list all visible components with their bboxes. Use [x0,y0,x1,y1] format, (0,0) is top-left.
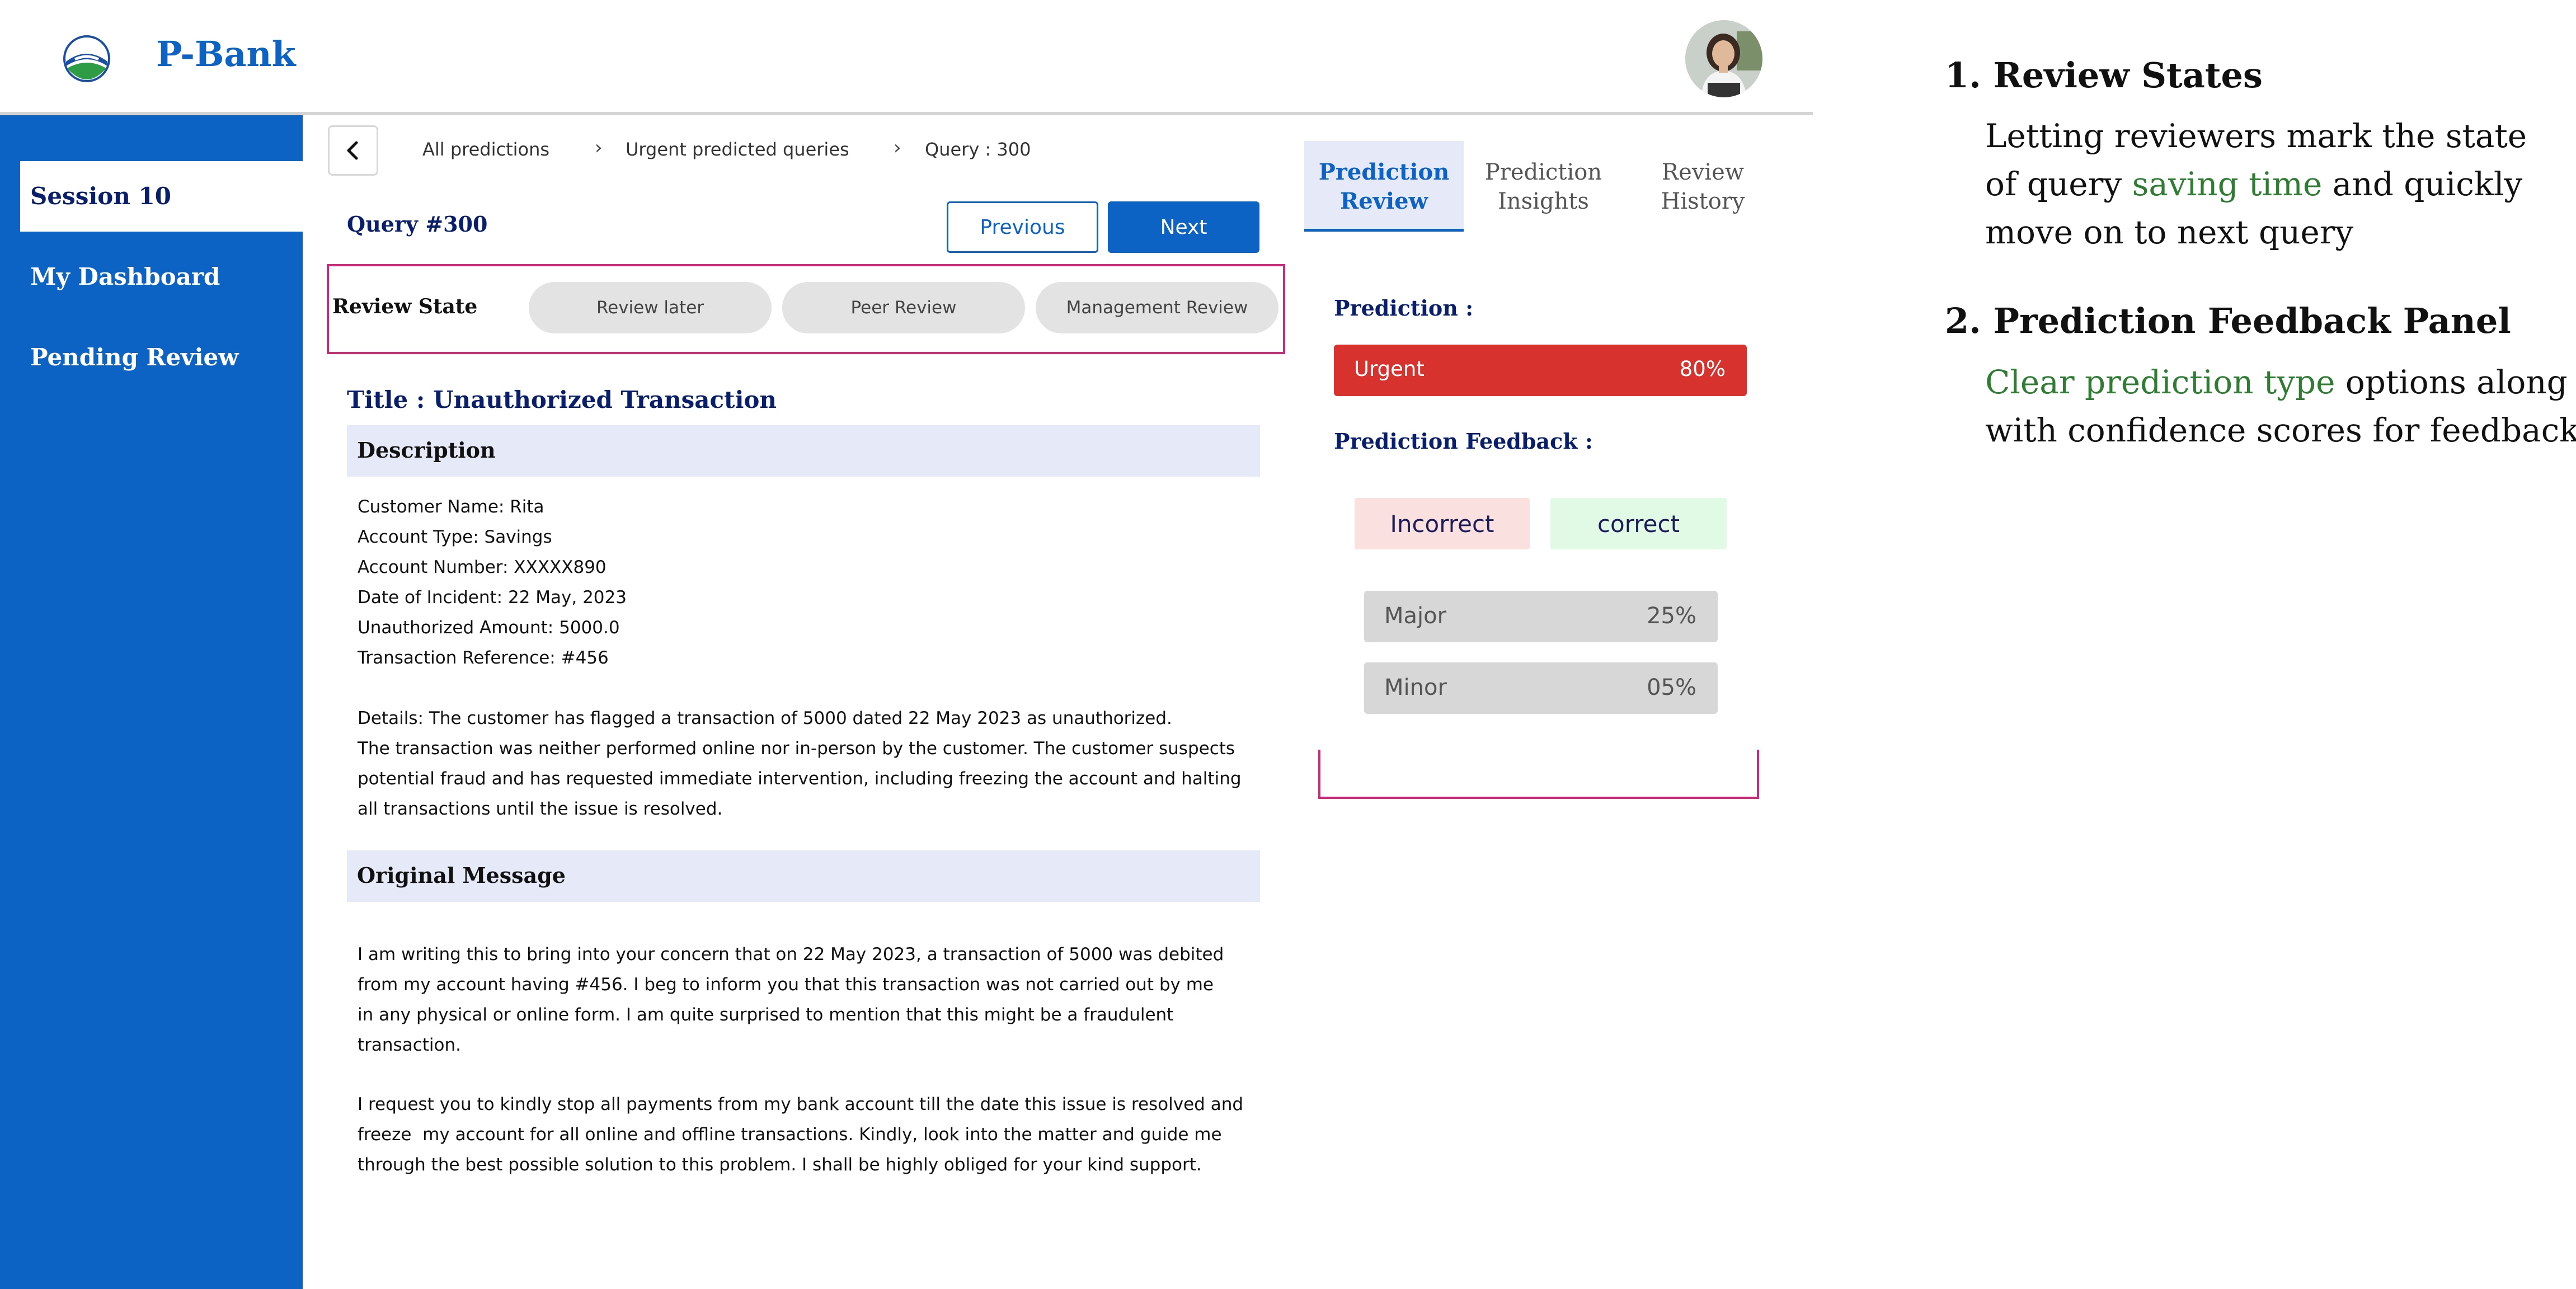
query-content-title: Title : Unauthorized Transaction [347,386,777,413]
annotation-2-heading: 2. Prediction Feedback Panel [1945,300,2511,341]
details-line: The transaction was neither performed on… [358,738,1235,759]
feedback-option-label: Major [1384,603,1447,629]
annotation-title: Review States [1993,55,2263,96]
brand-name: P-Bank [156,34,296,74]
description-line: Customer Name: Rita [358,497,544,517]
annotation-line: Letting reviewers mark the state [1985,117,2527,155]
description-line: Transaction Reference: #456 [358,648,609,668]
next-button[interactable]: Next [1108,201,1259,253]
review-state-label: Review State [332,295,478,318]
details-line: Details: The customer has flagged a tran… [358,708,1172,728]
original-message-line: through the best possible solution to th… [358,1155,1202,1175]
tab-label-line: Review [1661,159,1745,185]
annotation-text: of query [1985,165,2132,203]
tab-review-history[interactable]: Review History [1623,141,1783,232]
tab-label-line: Insights [1498,189,1589,214]
query-title: Query #300 [347,211,488,237]
back-button[interactable] [328,125,378,176]
original-message-section-header: Original Message [347,850,1260,902]
chevron-right-icon: › [894,137,901,159]
correct-button[interactable]: correct [1550,498,1727,549]
prediction-confidence: 80% [1679,357,1726,381]
prediction-label: Prediction : [1334,295,1474,321]
annotation-text: options along [2335,363,2568,401]
description-line: Account Number: XXXXX890 [358,557,607,577]
original-message-line: transaction. [358,1035,461,1055]
previous-button[interactable]: Previous [947,201,1098,253]
management-review-button[interactable]: Management Review [1036,282,1278,333]
details-line: all transactions until the issue is reso… [358,799,723,819]
feedback-option-score: 05% [1647,675,1696,700]
breadcrumb-current-query: Query : 300 [925,139,1031,160]
incorrect-button[interactable]: Incorrect [1355,498,1530,549]
tab-prediction-insights[interactable]: Prediction Insights [1464,141,1623,232]
breadcrumb-urgent-queries[interactable]: Urgent predicted queries [626,139,849,160]
tab-label-line: Prediction [1484,159,1602,185]
annotation-number: 1. [1945,55,1981,96]
annotation-title: Prediction Feedback Panel [1993,300,2511,341]
feedback-option-major[interactable]: Major 25% [1364,591,1718,642]
annotation-line: with confidence scores for feedback [1985,411,2576,449]
chevron-left-icon [347,141,358,160]
original-message-line: I am writing this to bring into your con… [358,944,1224,965]
description-line: Date of Incident: 22 May, 2023 [358,587,627,608]
description-line: Unauthorized Amount: 5000.0 [358,618,620,638]
annotation-line: Clear prediction type options along [1985,358,2576,406]
details-line: potential fraud and has requested immedi… [358,769,1242,789]
bank-logo-icon [63,35,111,83]
annotation-number: 2. [1945,300,1981,341]
prediction-feedback-label: Prediction Feedback : [1334,429,1593,454]
annotation-text: and quickly [2322,165,2523,203]
breadcrumb-all-predictions[interactable]: All predictions [422,139,549,160]
tab-label-line: Review [1339,188,1428,214]
review-later-button[interactable]: Review later [529,282,772,333]
original-message-line: I request you to kindly stop all payment… [358,1094,1244,1114]
original-message-line: freeze my account for all online and off… [358,1125,1222,1145]
sidebar-item-my-dashboard[interactable]: My Dashboard [20,242,303,312]
original-message-line: in any physical or online form. I am qui… [358,1005,1174,1025]
description-line: Account Type: Savings [358,527,552,547]
feedback-panel-highlight [1318,750,1759,799]
original-message-heading: Original Message [357,863,566,888]
feedback-option-label: Minor [1384,675,1447,700]
annotation-line: move on to next query [1985,213,2354,251]
description-heading: Description [357,437,496,463]
chevron-right-icon: › [595,137,603,159]
feedback-option-score: 25% [1647,603,1696,629]
sidebar: Session 10 My Dashboard Pending Review [0,115,303,1289]
tab-prediction-review[interactable]: Prediction Review [1304,141,1464,232]
peer-review-button[interactable]: Peer Review [782,282,1025,333]
feedback-option-minor[interactable]: Minor 05% [1364,662,1718,714]
annotation-1-text: Letting reviewers mark the state of quer… [1985,112,2527,256]
prediction-type: Urgent [1354,357,1425,381]
tab-label-line: History [1661,189,1745,214]
annotation-2-text: Clear prediction type options along with… [1985,358,2576,454]
sidebar-item-pending-review[interactable]: Pending Review [20,322,303,393]
user-avatar[interactable] [1685,20,1762,97]
annotation-line: of query saving time and quickly [1985,160,2527,208]
annotation-highlight: Clear prediction type [1985,363,2335,401]
annotation-highlight: saving time [2132,165,2323,203]
prediction-badge: Urgent 80% [1334,345,1747,396]
description-section-header: Description [347,425,1260,477]
sidebar-item-session[interactable]: Session 10 [20,161,303,232]
original-message-line: from my account having #456. I beg to in… [358,975,1214,995]
annotation-1-heading: 1. Review States [1945,55,2263,96]
tab-label-line: Prediction [1318,159,1450,185]
